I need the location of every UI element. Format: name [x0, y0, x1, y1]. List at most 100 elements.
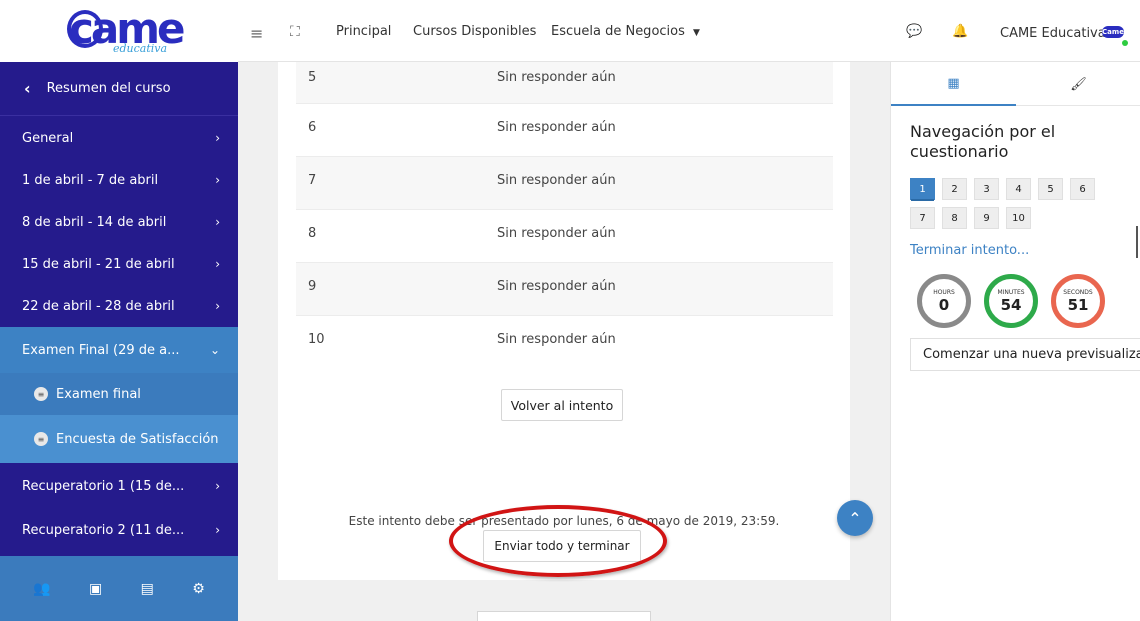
question-status: Sin responder aún [497, 120, 616, 135]
sidebar-footer: 👥 ▣ ▤ ⚙ [0, 556, 238, 621]
chevron-down-icon: ⌄ [209, 343, 220, 357]
timer-value: 51 [1067, 296, 1089, 314]
sidebar-item-label: General [22, 130, 74, 146]
sidebar-item-final-exam-section[interactable]: Examen Final (29 de a... ⌄ [0, 327, 238, 373]
sidebar-item-week-1[interactable]: 1 de abril - 7 de abril › [0, 159, 238, 201]
sidebar-item-label: 22 de abril - 28 de abril [22, 298, 175, 314]
question-nav-button[interactable]: 1 [910, 178, 935, 201]
came-logo[interactable]: came educativa [67, 6, 185, 56]
sidebar-subitem-satisfaction-survey[interactable]: ≡ Encuesta de Satisfacción [0, 415, 238, 463]
start-new-preview-button[interactable]: Comenzar una nueva previsualización [910, 338, 1140, 371]
archive-icon[interactable]: ▣ [89, 581, 102, 597]
nav-label: Escuela de Negocios [551, 24, 685, 39]
nav-business-school[interactable]: Escuela de Negocios ▼ [551, 24, 700, 39]
question-number: 10 [308, 332, 325, 347]
table-row: 6 Sin responder aún [296, 104, 833, 157]
messages-icon[interactable]: 💬 [906, 24, 922, 39]
nav-principal[interactable]: Principal [336, 24, 391, 39]
question-nav-button[interactable]: 6 [1070, 178, 1095, 200]
sidebar-item-week-3[interactable]: 15 de abril - 21 de abril › [0, 243, 238, 285]
timer-seconds: SECONDS 51 [1051, 274, 1105, 328]
sidebar-item-label: 1 de abril - 7 de abril [22, 172, 159, 188]
scroll-to-top-button[interactable]: ⌃ [837, 500, 873, 536]
partial-bottom-button[interactable] [477, 611, 651, 621]
question-status: Sin responder aún [497, 226, 616, 241]
chevron-left-icon: ‹ [24, 79, 31, 98]
chevron-right-icon: › [215, 215, 220, 229]
quiz-navigation-panel: ▦ 🖌 Navegación por el cuestionario 1 2 3… [890, 62, 1140, 621]
chevron-right-icon: › [215, 257, 220, 271]
chevron-right-icon: › [215, 299, 220, 313]
question-nav-button[interactable]: 7 [910, 207, 935, 229]
survey-icon: ≡ [34, 432, 48, 446]
question-status: Sin responder aún [497, 70, 616, 85]
brush-icon: 🖌 [1070, 76, 1087, 92]
user-menu-name[interactable]: CAME Educativa [1000, 26, 1106, 41]
table-row: 5 Sin responder aún [296, 62, 833, 104]
sidebar-back-course-summary[interactable]: ‹ Resumen del curso [0, 62, 238, 116]
timer-value: 54 [1000, 296, 1022, 314]
question-nav-button[interactable]: 5 [1038, 178, 1063, 200]
logo-subtext: educativa [113, 42, 168, 55]
finish-attempt-link[interactable]: Terminar intento... [910, 243, 1029, 258]
tab-appearance[interactable]: 🖌 [1016, 62, 1140, 106]
nav-available-courses[interactable]: Cursos Disponibles [413, 24, 536, 39]
timer-value: 0 [938, 296, 950, 314]
hamburger-menu-icon[interactable]: ≡ [250, 24, 263, 43]
question-number: 6 [308, 120, 317, 135]
quiz-icon: ≡ [34, 387, 48, 401]
chevron-right-icon: › [215, 479, 220, 493]
question-number: 7 [308, 173, 317, 188]
fullscreen-icon[interactable]: ⛶ [290, 24, 300, 40]
panel-title: Navegación por el cuestionario [910, 122, 1056, 161]
sidebar-item-label: Examen final [56, 386, 141, 402]
question-nav-button[interactable]: 10 [1006, 207, 1031, 229]
question-number: 8 [308, 226, 317, 241]
notifications-bell-icon[interactable]: 🔔 [952, 24, 968, 39]
tab-blocks[interactable]: ▦ [891, 62, 1016, 106]
return-to-attempt-button[interactable]: Volver al intento [501, 389, 623, 421]
question-nav-button[interactable]: 2 [942, 178, 967, 200]
sidebar-item-label: Recuperatorio 2 (11 de... [22, 522, 185, 538]
online-status-dot [1122, 40, 1128, 46]
question-nav-button[interactable]: 9 [974, 207, 999, 229]
top-navbar: ≡ ⛶ Principal Cursos Disponibles Escuela… [238, 0, 1140, 62]
window-edge-line [1136, 226, 1138, 258]
sidebar-item-week-2[interactable]: 8 de abril - 14 de abril › [0, 201, 238, 243]
sidebar-item-makeup-2[interactable]: Recuperatorio 2 (11 de... › [0, 509, 238, 551]
sidebar-item-makeup-1[interactable]: Recuperatorio 1 (15 de... › [0, 463, 238, 509]
sidebar-item-label: 8 de abril - 14 de abril [22, 214, 167, 230]
user-avatar[interactable]: Came [1102, 26, 1124, 38]
question-status: Sin responder aún [497, 332, 616, 347]
question-nav-button[interactable]: 3 [974, 178, 999, 200]
sidebar-subitem-final-exam[interactable]: ≡ Examen final [0, 373, 238, 415]
sidebar-item-label: Recuperatorio 1 (15 de... [22, 478, 185, 494]
table-row: 8 Sin responder aún [296, 210, 833, 263]
question-status: Sin responder aún [497, 173, 616, 188]
timer-hours: HOURS 0 [917, 274, 971, 328]
caret-down-icon: ▼ [693, 28, 700, 38]
question-number: 5 [308, 70, 317, 85]
chevron-right-icon: › [215, 131, 220, 145]
question-nav-button[interactable]: 4 [1006, 178, 1031, 200]
sidebar: came educativa ‹ Resumen del curso Gener… [0, 0, 238, 621]
question-status: Sin responder aún [497, 279, 616, 294]
file-icon[interactable]: ▤ [141, 581, 154, 597]
chevron-right-icon: › [215, 173, 220, 187]
sidebar-item-label: Encuesta de Satisfacción [56, 431, 219, 447]
settings-icon[interactable]: ⚙ [192, 581, 205, 597]
panel-tabs: ▦ 🖌 [891, 62, 1140, 106]
logo-area[interactable]: came educativa [0, 0, 238, 62]
table-row: 10 Sin responder aún [296, 316, 833, 369]
timer-minutes: MINUTES 54 [984, 274, 1038, 328]
users-icon[interactable]: 👥 [33, 581, 50, 597]
sidebar-item-general[interactable]: General › [0, 117, 238, 159]
sidebar-item-label: Examen Final (29 de a... [22, 342, 180, 358]
sidebar-item-week-4[interactable]: 22 de abril - 28 de abril › [0, 285, 238, 327]
grid-icon: ▦ [947, 75, 960, 91]
table-row: 9 Sin responder aún [296, 263, 833, 316]
chevron-right-icon: › [215, 523, 220, 537]
table-row: 7 Sin responder aún [296, 157, 833, 210]
highlight-annotation-ellipse [449, 505, 667, 577]
question-nav-button[interactable]: 8 [942, 207, 967, 229]
